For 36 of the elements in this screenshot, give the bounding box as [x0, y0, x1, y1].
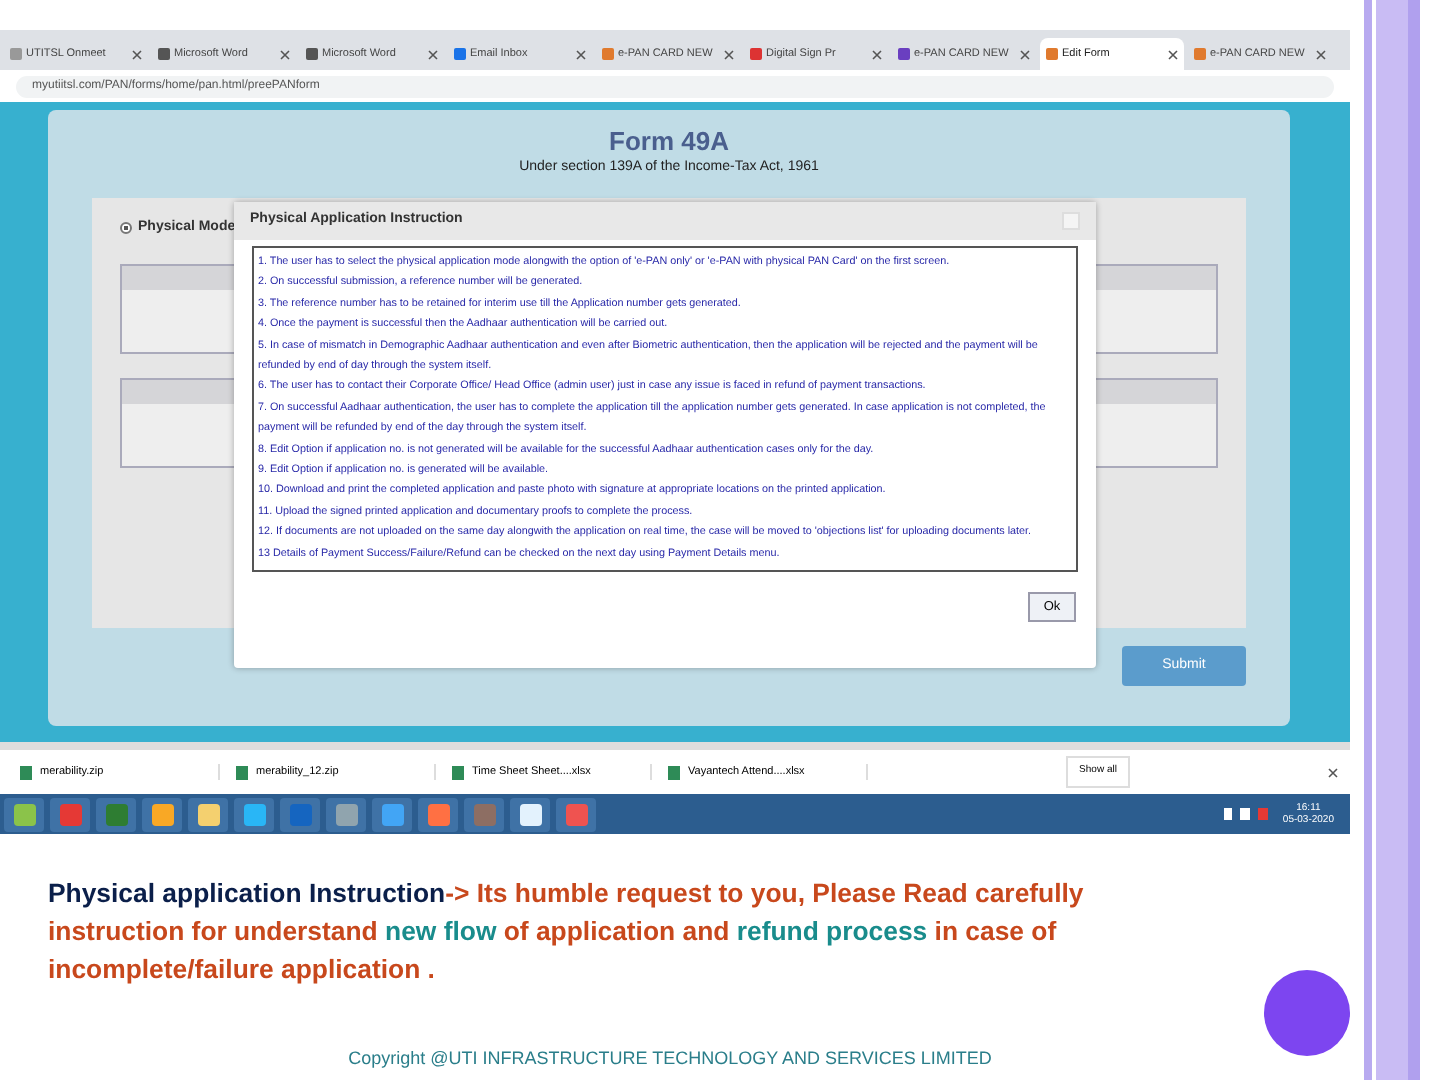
close-icon[interactable] — [280, 49, 290, 59]
close-icon[interactable] — [1328, 767, 1338, 777]
taskbar-app-icon[interactable] — [234, 797, 274, 831]
taskbar-app-icon[interactable] — [372, 797, 412, 831]
taskbar-app-icon[interactable] — [418, 797, 458, 831]
file-icon — [20, 765, 32, 779]
taskbar-app-icon[interactable] — [4, 797, 44, 831]
tab-favicon-icon — [602, 48, 614, 60]
taskbar-app-icon[interactable] — [326, 797, 366, 831]
tab-favicon-icon — [306, 48, 318, 60]
close-icon[interactable] — [428, 49, 438, 59]
close-icon[interactable] — [132, 49, 142, 59]
copyright-text: Copyright @UTI INFRASTRUCTURE TECHNOLOGY AND SERVICES LIMITED — [346, 1046, 994, 1072]
close-icon[interactable] — [1316, 49, 1326, 59]
tab-favicon-icon — [1194, 48, 1206, 60]
tab-favicon-icon — [898, 48, 910, 60]
file-icon — [668, 765, 680, 779]
tab-favicon-icon — [1046, 48, 1058, 60]
file-icon — [236, 765, 248, 779]
close-icon[interactable] — [576, 49, 586, 59]
tray-icons[interactable] — [1224, 808, 1273, 820]
decoration-circle — [1264, 970, 1350, 1056]
form-title: Form 49A — [607, 126, 731, 158]
tab-favicon-icon — [158, 48, 170, 60]
tab-favicon-icon — [750, 48, 762, 60]
taskbar-app-icon[interactable] — [510, 797, 550, 831]
tab-favicon-icon — [10, 48, 22, 60]
tab-favicon-icon — [454, 48, 466, 60]
close-icon[interactable] — [724, 49, 734, 59]
close-icon[interactable] — [1168, 49, 1178, 59]
close-icon[interactable] — [1020, 49, 1030, 59]
close-icon[interactable] — [872, 49, 882, 59]
caption-text: Physical application Instruction-> Its humble request to you, Please Read carefully instruction for understand new flow of application and refund process in case of incomplete/failure application . — [48, 876, 1086, 988]
taskbar-app-icon[interactable] — [142, 797, 182, 831]
taskbar-app-icon[interactable] — [188, 797, 228, 831]
file-icon — [452, 765, 464, 779]
